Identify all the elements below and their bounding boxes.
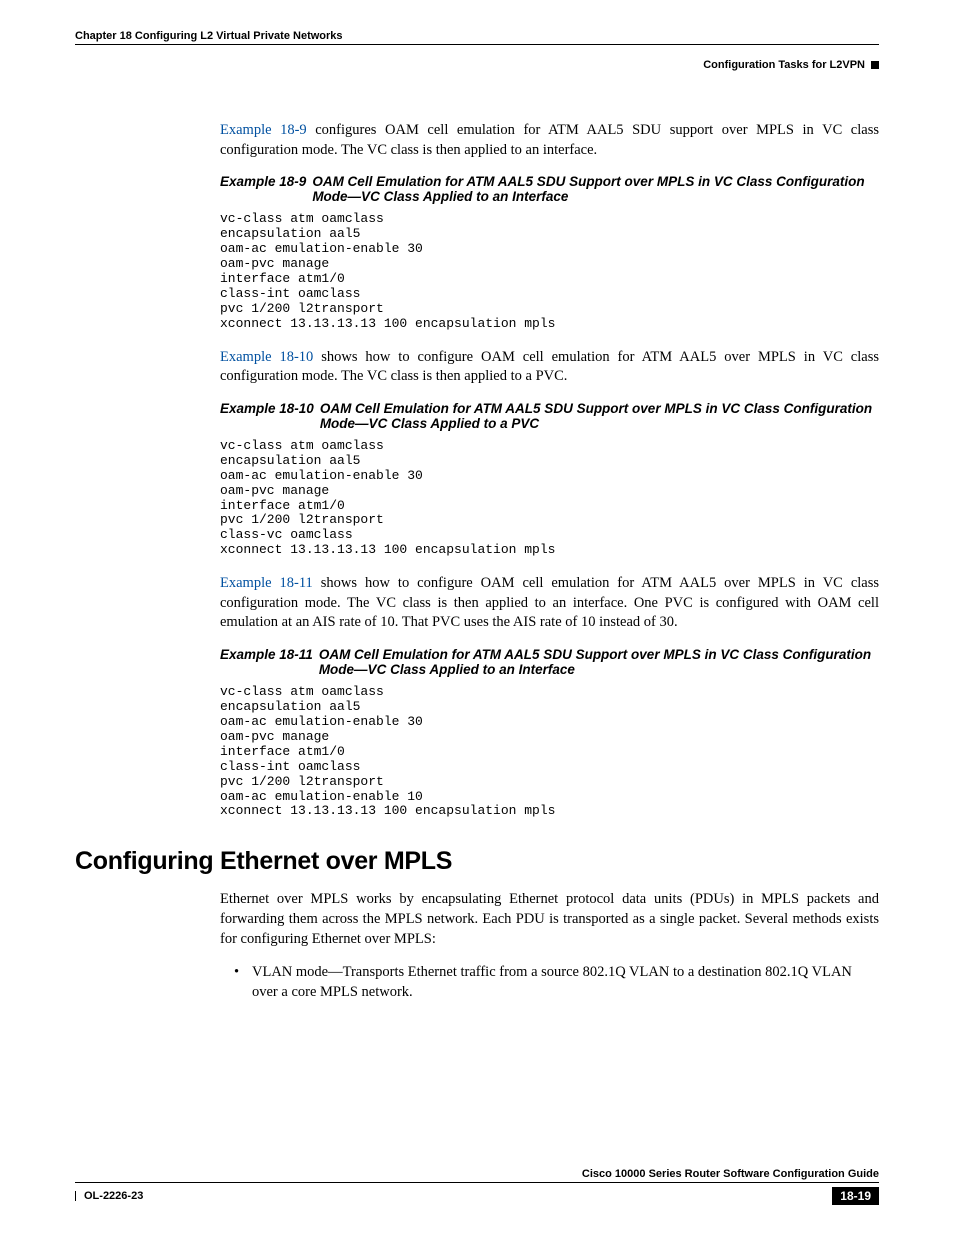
example-heading: Example 18-10 OAM Cell Emulation for ATM…	[220, 401, 879, 431]
section-label: Configuration Tasks for L2VPN	[703, 59, 865, 71]
paragraph: Example 18-9 configures OAM cell emulati…	[220, 121, 879, 160]
running-header-right: Configuration Tasks for L2VPN	[75, 59, 879, 71]
xref-link[interactable]: Example 18-9	[220, 122, 307, 138]
bullet-list: VLAN mode—Transports Ethernet traffic fr…	[234, 963, 879, 1002]
footer-title: Cisco 10000 Series Router Software Confi…	[75, 1168, 879, 1183]
main-content: Example 18-9 configures OAM cell emulati…	[220, 121, 879, 819]
header-rule	[75, 44, 879, 45]
example-caption: OAM Cell Emulation for ATM AAL5 SDU Supp…	[319, 647, 879, 677]
section-heading: Configuring Ethernet over MPLS	[75, 847, 879, 876]
page-number: 18-19	[832, 1187, 879, 1205]
example-caption: OAM Cell Emulation for ATM AAL5 SDU Supp…	[312, 174, 879, 204]
example-heading: Example 18-9 OAM Cell Emulation for ATM …	[220, 174, 879, 204]
xref-link[interactable]: Example 18-11	[220, 575, 313, 591]
example-label: Example 18-9	[220, 174, 312, 204]
list-item: VLAN mode—Transports Ethernet traffic fr…	[234, 963, 879, 1002]
footer-row: OL-2226-23 18-19	[75, 1187, 879, 1205]
section-content: Ethernet over MPLS works by encapsulatin…	[220, 890, 879, 1002]
paragraph-text: shows how to configure OAM cell emulatio…	[220, 349, 879, 385]
header-block-icon	[871, 61, 879, 69]
running-header-left: Chapter 18 Configuring L2 Virtual Privat…	[75, 30, 879, 45]
doc-id: OL-2226-23	[84, 1190, 143, 1202]
code-block: vc-class atm oamclass encapsulation aal5…	[220, 439, 879, 559]
page: Chapter 18 Configuring L2 Virtual Privat…	[0, 0, 954, 1235]
code-block: vc-class atm oamclass encapsulation aal5…	[220, 685, 879, 819]
paragraph: Example 18-11 shows how to configure OAM…	[220, 574, 879, 633]
paragraph: Example 18-10 shows how to configure OAM…	[220, 348, 879, 387]
footer-tick-icon	[75, 1191, 76, 1201]
paragraph-text: shows how to configure OAM cell emulatio…	[220, 575, 879, 630]
paragraph-text: configures OAM cell emulation for ATM AA…	[220, 122, 879, 158]
example-label: Example 18-11	[220, 647, 319, 677]
xref-link[interactable]: Example 18-10	[220, 349, 313, 365]
example-label: Example 18-10	[220, 401, 320, 431]
page-footer: Cisco 10000 Series Router Software Confi…	[75, 1168, 879, 1205]
code-block: vc-class atm oamclass encapsulation aal5…	[220, 212, 879, 332]
paragraph: Ethernet over MPLS works by encapsulatin…	[220, 890, 879, 949]
example-heading: Example 18-11 OAM Cell Emulation for ATM…	[220, 647, 879, 677]
example-caption: OAM Cell Emulation for ATM AAL5 SDU Supp…	[320, 401, 879, 431]
chapter-label: Chapter 18 Configuring L2 Virtual Privat…	[75, 30, 343, 42]
